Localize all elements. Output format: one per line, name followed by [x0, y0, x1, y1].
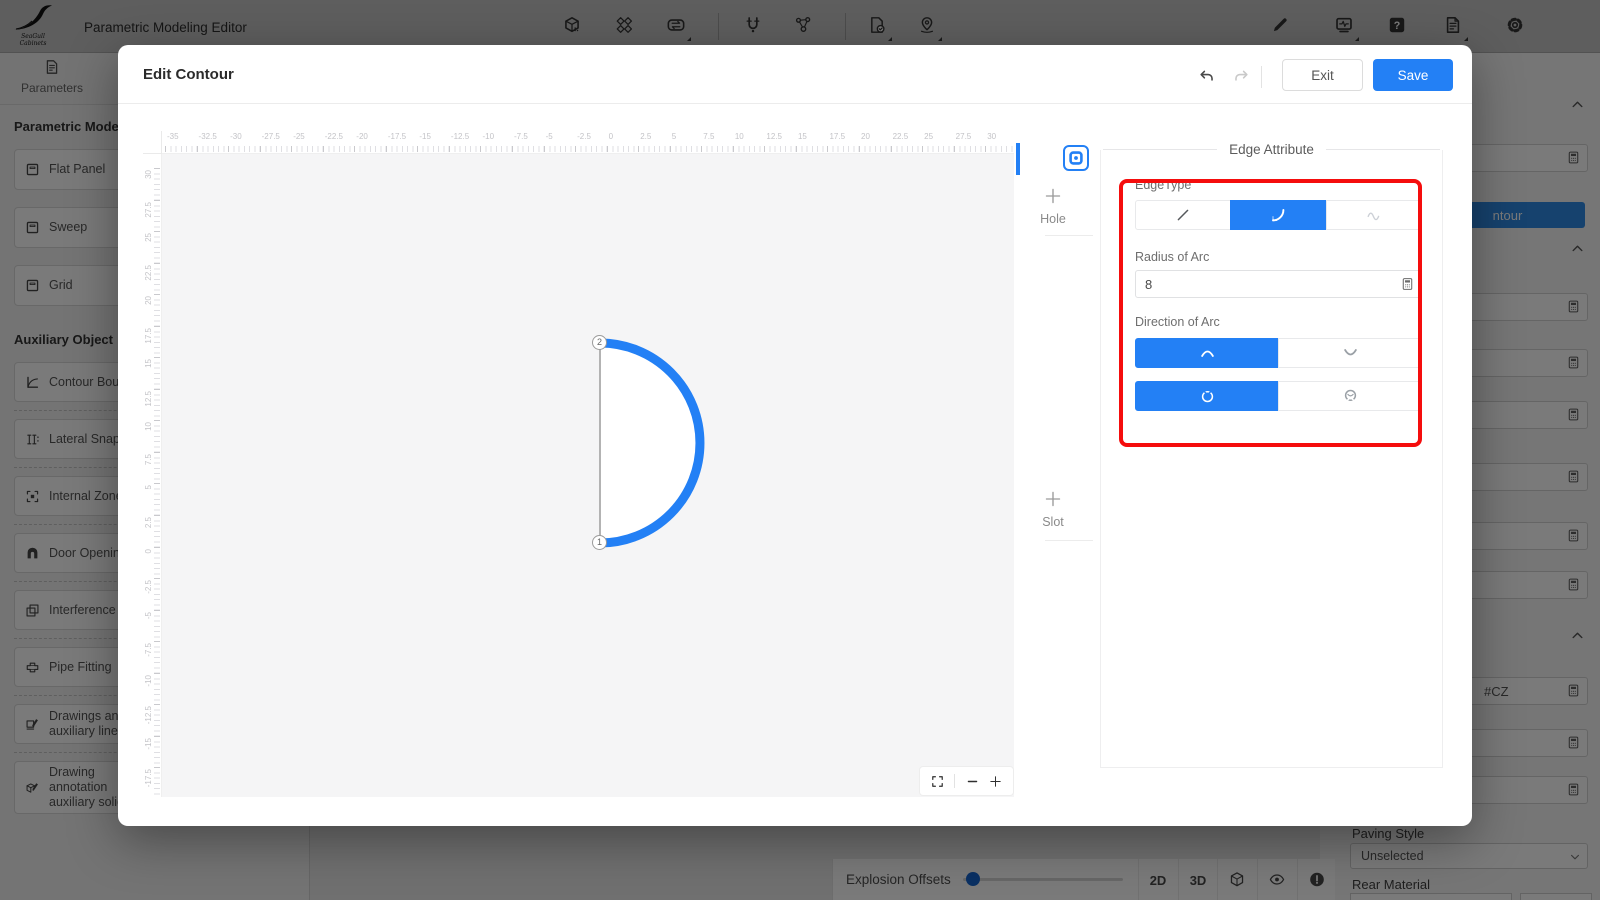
radius-of-arc-field [1135, 270, 1422, 298]
header-divider [1261, 66, 1262, 88]
v-ruler-tick: -5 [143, 609, 161, 642]
h-ruler-tick: -15 [417, 131, 449, 153]
h-ruler-tick: 15 [795, 131, 828, 153]
add-slot-button[interactable]: Slot [1014, 490, 1092, 529]
undo-button[interactable] [1198, 68, 1216, 86]
h-ruler-tick: 27.5 [953, 131, 986, 153]
panel-legend: Edge Attribute [1101, 142, 1442, 157]
add-slot-label: Slot [1042, 515, 1064, 529]
v-ruler-tick: 30 [143, 168, 161, 200]
horizontal-ruler: -35 -32.5 -30 -27.5 -25 -22.5 -20 -17.5 -15 -12.5… [162, 131, 1014, 154]
contour-shape [595, 338, 705, 548]
vertical-ruler: 30 27.5 25 22.5 20 17.5 15 12.5 10 7.5 5 2.5 0 -2.5 -5… [143, 154, 162, 797]
h-ruler-tick: 5 [669, 131, 702, 153]
panel-title: Edge Attribute [1229, 142, 1314, 157]
edit-contour-modal: Edit Contour Exit Save -35 -32.5 -30 -27.5-… [118, 45, 1472, 826]
h-ruler-tick: -20 [354, 131, 386, 153]
edge-type-line-button[interactable] [1135, 200, 1232, 230]
vertex-badge-bottom[interactable]: 1 [592, 535, 607, 550]
contour-tool-button[interactable] [1063, 145, 1089, 171]
h-ruler-tick: -30 [228, 131, 260, 153]
h-ruler-tick: 10 [732, 131, 765, 153]
v-ruler-tick: 5 [143, 483, 161, 516]
h-ruler-tick: -22.5 [322, 131, 355, 153]
h-ruler-tick: -2.5 [575, 131, 607, 153]
direction-row [1135, 381, 1422, 411]
active-tab-indicator [1016, 143, 1020, 175]
v-ruler-tick: 22.5 [143, 262, 161, 295]
v-ruler-tick: -7.5 [143, 641, 161, 673]
h-ruler-tick: 2.5 [638, 131, 670, 153]
arc-major-down-button[interactable] [1278, 381, 1422, 411]
v-ruler-tick: 12.5 [143, 388, 161, 421]
contour-canvas[interactable]: 2 1 [162, 154, 1014, 797]
v-ruler-tick: 15 [143, 357, 161, 389]
v-ruler-tick: 25 [143, 231, 161, 263]
edge-attribute-panel: Edge Attribute EdgeType Radius of Arc Di… [1100, 142, 1443, 768]
exit-button[interactable]: Exit [1282, 59, 1363, 91]
h-ruler-tick: -17.5 [385, 131, 418, 153]
tool-divider [1045, 235, 1093, 236]
h-ruler-tick: -10 [480, 131, 513, 153]
arc-major-up-button[interactable] [1135, 381, 1279, 411]
arc-direction-down-button[interactable] [1278, 338, 1422, 368]
h-ruler-tick: -5 [543, 131, 576, 153]
h-ruler-tick: 30 [985, 131, 1014, 153]
h-ruler-tick: -35 [165, 131, 197, 153]
zoom-out-icon[interactable] [966, 775, 979, 788]
v-ruler-tick: -2.5 [143, 578, 161, 610]
header-underline [118, 103, 1472, 104]
radius-of-arc-input[interactable] [1136, 271, 1376, 297]
h-ruler-tick: 20 [859, 131, 891, 153]
tool-divider [1045, 540, 1093, 541]
v-ruler-tick: -10 [143, 672, 161, 705]
vertex-badge-top[interactable]: 2 [592, 335, 607, 350]
h-ruler-tick: -12.5 [448, 131, 481, 153]
edge-type-arc-button[interactable] [1230, 200, 1327, 230]
v-ruler-tick: 0 [143, 546, 161, 579]
add-hole-label: Hole [1040, 212, 1066, 226]
h-ruler-tick: -27.5 [259, 131, 292, 153]
h-ruler-tick: -25 [291, 131, 323, 153]
modal-title: Edit Contour [143, 66, 234, 83]
v-ruler-tick: 10 [143, 420, 161, 452]
edge-type-spline-button[interactable] [1325, 200, 1422, 230]
h-ruler-tick: 7.5 [701, 131, 733, 153]
h-ruler-tick: -7.5 [512, 131, 544, 153]
radius-of-arc-label: Radius of Arc [1135, 250, 1210, 264]
v-ruler-tick: -15 [143, 735, 161, 768]
h-ruler-tick: 12.5 [764, 131, 796, 153]
v-ruler-tick: 27.5 [143, 199, 161, 232]
fit-view-icon[interactable] [931, 775, 944, 788]
h-ruler-tick: 0 [606, 131, 639, 153]
h-ruler-tick: 22.5 [890, 131, 923, 153]
formula-calculator-icon[interactable] [1401, 276, 1414, 297]
v-ruler-tick: 17.5 [143, 325, 161, 358]
edge-type-options [1135, 200, 1422, 230]
v-ruler-tick: -12.5 [143, 704, 161, 736]
v-ruler-tick: 2.5 [143, 515, 161, 547]
arc-direction-up-button[interactable] [1135, 338, 1279, 368]
plus-icon [1044, 490, 1062, 513]
v-ruler-tick: 20 [143, 294, 161, 326]
h-ruler-tick: 17.5 [827, 131, 860, 153]
v-ruler-tick: 7.5 [143, 451, 161, 484]
app-root: SeaGullCabinets Parametric Modeling Edit… [0, 0, 1600, 900]
plus-icon [1044, 187, 1062, 210]
save-button[interactable]: Save [1373, 59, 1453, 91]
h-ruler-tick: -32.5 [196, 131, 229, 153]
h-ruler-tick: 25 [922, 131, 954, 153]
edge-type-label: EdgeType [1135, 178, 1192, 192]
add-hole-button[interactable]: Hole [1014, 187, 1092, 226]
direction-row [1135, 338, 1422, 368]
ruler-corner [143, 131, 162, 154]
redo-button[interactable] [1233, 68, 1251, 86]
v-ruler-tick: -17.5 [143, 767, 161, 797]
zoom-in-icon[interactable] [989, 775, 1002, 788]
canvas-zoom-controls [920, 767, 1013, 795]
direction-of-arc-label: Direction of Arc [1135, 315, 1220, 329]
controls-divider [954, 774, 956, 788]
